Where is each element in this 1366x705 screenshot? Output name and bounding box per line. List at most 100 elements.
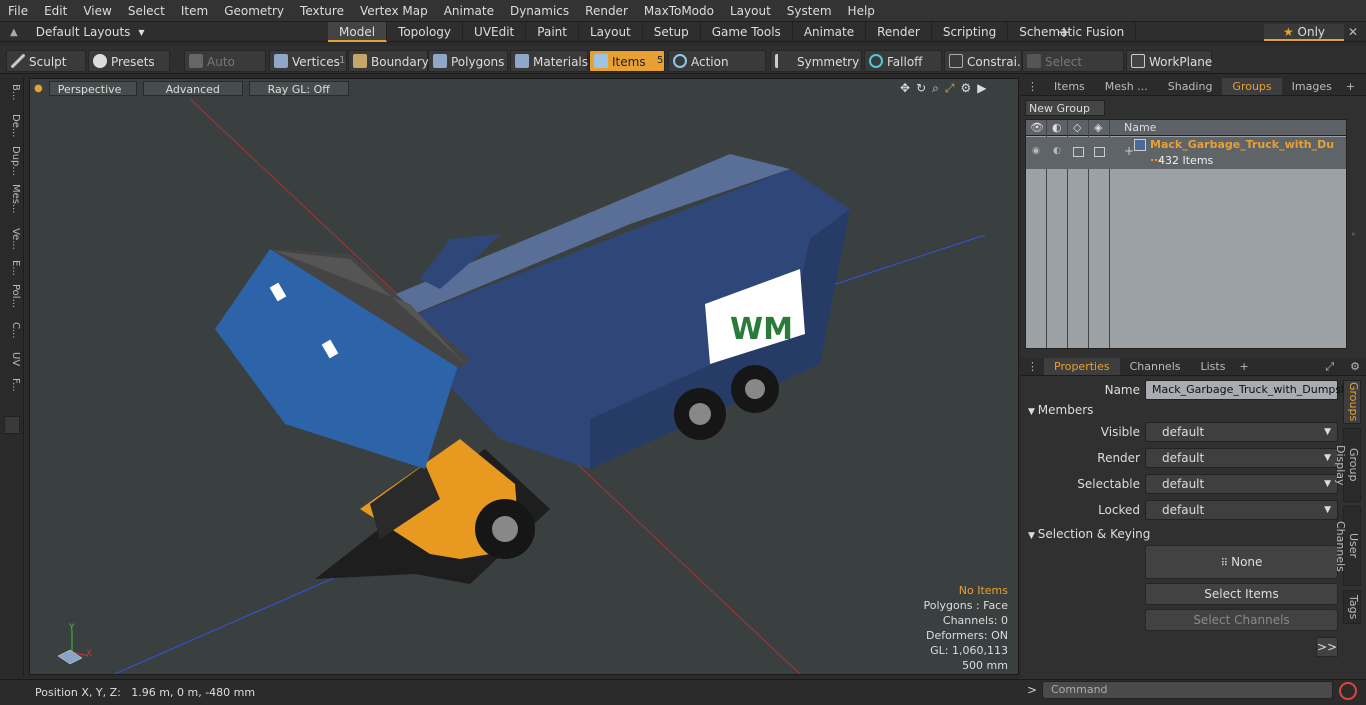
select-channels-button[interactable]: Select Channels bbox=[1145, 609, 1338, 631]
tab-setup[interactable]: Setup bbox=[643, 22, 701, 42]
tab-animate[interactable]: Animate bbox=[793, 22, 867, 42]
strip-tab-duplicate[interactable]: Dup... bbox=[3, 146, 21, 176]
keying-none-button[interactable]: ⠿ None bbox=[1145, 545, 1338, 579]
select-checkbox[interactable] bbox=[1094, 147, 1105, 157]
tab-properties[interactable]: Properties bbox=[1044, 358, 1120, 375]
gear-icon[interactable]: ⚙ bbox=[1344, 358, 1366, 375]
tab-topology[interactable]: Topology bbox=[387, 22, 464, 42]
rotate-icon[interactable]: ↻ bbox=[916, 81, 926, 96]
layout-selector[interactable]: ▲ Default Layouts ▼ bbox=[0, 22, 145, 42]
shading-style-dropdown[interactable]: Advanced bbox=[142, 80, 243, 96]
tab-schematic-fusion[interactable]: Schematic Fusion bbox=[1008, 22, 1137, 42]
locked-dropdown[interactable]: default ▼ bbox=[1145, 500, 1338, 520]
menu-file[interactable]: File bbox=[0, 0, 36, 22]
constrain-button[interactable]: Constrai... bbox=[944, 50, 1028, 72]
strip-tab-fusion[interactable]: F... bbox=[3, 378, 21, 392]
menu-texture[interactable]: Texture bbox=[292, 0, 352, 22]
zoom-icon[interactable]: ⌕ bbox=[932, 81, 939, 96]
falloff-button[interactable]: Falloff bbox=[864, 50, 942, 72]
select-through-button[interactable]: Select Through bbox=[1022, 50, 1124, 91]
viewport-menu-dot-icon[interactable]: ● bbox=[34, 83, 43, 94]
auto-select-button[interactable]: Auto Select bbox=[184, 50, 266, 91]
command-input[interactable]: Command bbox=[1042, 681, 1333, 699]
tab-images[interactable]: Images bbox=[1282, 78, 1342, 95]
strip-toggle-button[interactable] bbox=[4, 416, 20, 434]
render-toggle-icon[interactable]: ◐ bbox=[1053, 146, 1061, 156]
vtab-user-channels[interactable]: User Channels bbox=[1334, 506, 1361, 586]
strip-tab-polygon[interactable]: Pol... bbox=[3, 284, 21, 308]
name-field[interactable]: Mack_Garbage_Truck_with_Dumpster bbox=[1145, 380, 1357, 400]
gear-icon[interactable]: ⚙ bbox=[960, 81, 971, 96]
menu-layout[interactable]: Layout bbox=[722, 0, 779, 22]
visible-dropdown[interactable]: default ▼ bbox=[1145, 422, 1338, 442]
strip-tab-mesh[interactable]: Mes... bbox=[3, 184, 21, 214]
more-button[interactable]: >> bbox=[1316, 637, 1338, 657]
group-row[interactable]: ◉ ◐ + Mack_Garbage_Truck_with_Du ... 432… bbox=[1026, 137, 1346, 169]
vtab-group-display[interactable]: Group Display bbox=[1334, 428, 1361, 502]
tab-groups[interactable]: Groups bbox=[1222, 78, 1282, 95]
menu-maxtomodo[interactable]: MaxToModo bbox=[636, 0, 722, 22]
menu-animate[interactable]: Animate bbox=[436, 0, 502, 22]
add-tab-icon[interactable]: + bbox=[1056, 22, 1072, 42]
close-icon[interactable]: ✕ bbox=[1345, 22, 1361, 42]
record-icon[interactable] bbox=[1339, 682, 1357, 700]
raygl-toggle[interactable]: Ray GL: Off bbox=[248, 80, 349, 96]
menu-edit[interactable]: Edit bbox=[36, 0, 75, 22]
menu-help[interactable]: Help bbox=[840, 0, 883, 22]
tab-paint[interactable]: Paint bbox=[526, 22, 579, 42]
menu-render[interactable]: Render bbox=[577, 0, 636, 22]
strip-tab-vertex[interactable]: Ve... bbox=[3, 228, 21, 250]
only-toggle[interactable]: ★ Only bbox=[1264, 24, 1344, 41]
maximize-icon[interactable]: ⤢ bbox=[1315, 358, 1344, 375]
strip-tab-curve[interactable]: C... bbox=[3, 322, 21, 339]
tab-lists[interactable]: Lists bbox=[1191, 358, 1236, 375]
menu-geometry[interactable]: Geometry bbox=[216, 0, 292, 22]
handle-icon[interactable]: ⋮ bbox=[1021, 358, 1044, 375]
tab-channels[interactable]: Channels bbox=[1120, 358, 1191, 375]
3d-viewport[interactable]: WM bbox=[29, 78, 1019, 675]
menu-select[interactable]: Select bbox=[120, 0, 173, 22]
add-tab-icon[interactable]: + bbox=[1342, 78, 1359, 95]
new-group-button[interactable]: New Group bbox=[1025, 100, 1105, 116]
menu-vertex-map[interactable]: Vertex Map bbox=[352, 0, 436, 22]
strip-tab-deform[interactable]: De... bbox=[3, 114, 21, 137]
items-button[interactable]: Items bbox=[589, 50, 665, 72]
presets-button[interactable]: Presets bbox=[88, 50, 170, 72]
expand-icon[interactable]: + bbox=[1124, 144, 1134, 158]
strip-tab-basic[interactable]: B... bbox=[3, 84, 21, 100]
workplane-button[interactable]: WorkPlane bbox=[1126, 50, 1212, 72]
menu-dynamics[interactable]: Dynamics bbox=[502, 0, 577, 22]
render-dropdown[interactable]: default ▼ bbox=[1145, 448, 1338, 468]
boundary-button[interactable]: Boundary bbox=[348, 50, 429, 72]
vtab-tags[interactable]: Tags bbox=[1343, 590, 1361, 624]
tab-uvedit[interactable]: UVEdit bbox=[463, 22, 527, 42]
action-center-button[interactable]: Action Center bbox=[668, 50, 766, 91]
menu-item[interactable]: Item bbox=[173, 0, 216, 22]
materials-button[interactable]: Materials bbox=[510, 50, 588, 72]
pan-icon[interactable]: ✥ bbox=[900, 81, 910, 96]
menu-system[interactable]: System bbox=[779, 0, 840, 22]
tab-mesh[interactable]: Mesh ... bbox=[1095, 78, 1158, 95]
select-items-button[interactable]: Select Items bbox=[1145, 583, 1338, 605]
selectable-dropdown[interactable]: default ▼ bbox=[1145, 474, 1338, 494]
vertices-button[interactable]: Vertices bbox=[269, 50, 347, 72]
play-icon[interactable]: ▶ bbox=[977, 81, 986, 96]
tab-model[interactable]: Model bbox=[328, 22, 388, 42]
tab-game-tools[interactable]: Game Tools bbox=[701, 22, 793, 42]
members-section[interactable]: ▼ Members bbox=[1028, 403, 1093, 417]
visible-eye-icon[interactable]: ◉ bbox=[1032, 146, 1040, 156]
view-type-dropdown[interactable]: Perspective bbox=[48, 80, 137, 96]
tab-layout[interactable]: Layout bbox=[579, 22, 643, 42]
scroll-handle-icon[interactable]: ◦ bbox=[1351, 230, 1356, 239]
menu-view[interactable]: View bbox=[75, 0, 119, 22]
maximize-icon[interactable]: ⤢ bbox=[945, 81, 955, 96]
strip-tab-edge[interactable]: E... bbox=[3, 260, 21, 276]
strip-tab-uv[interactable]: UV bbox=[3, 352, 21, 366]
lock-checkbox[interactable] bbox=[1073, 147, 1084, 157]
tab-scripting[interactable]: Scripting bbox=[932, 22, 1009, 42]
symmetry-button[interactable]: Symmetry bbox=[770, 50, 862, 72]
tab-shading[interactable]: Shading bbox=[1158, 78, 1223, 95]
sculpt-button[interactable]: Sculpt bbox=[6, 50, 86, 72]
selection-keying-section[interactable]: ▼ Selection & Keying bbox=[1028, 527, 1150, 541]
add-tab-icon[interactable]: + bbox=[1235, 358, 1252, 375]
